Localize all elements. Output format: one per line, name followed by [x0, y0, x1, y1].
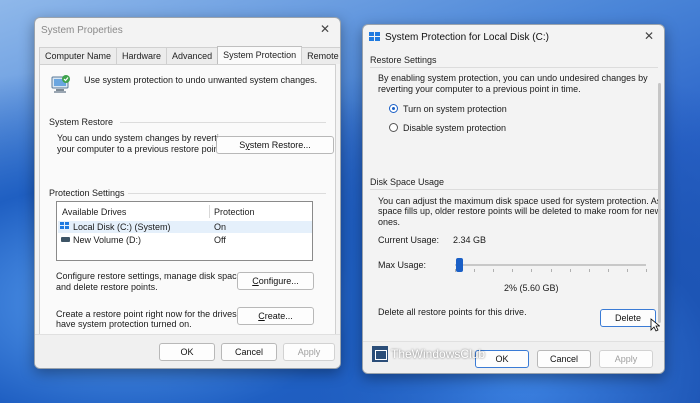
slider-tick — [493, 269, 495, 272]
create-desc-2: have system protection turned on. — [56, 319, 192, 329]
slider-tick — [531, 269, 533, 272]
delete-button[interactable]: Delete — [600, 309, 656, 327]
tab-remote[interactable]: Remote — [301, 47, 340, 64]
current-usage-value: 2.34 GB — [453, 235, 487, 245]
scrollbar[interactable] — [658, 83, 661, 323]
disable-protection-radio[interactable] — [389, 123, 398, 132]
restore-settings-desc-1: By enabling system protection, you can u… — [378, 73, 648, 83]
window-title: System Protection for Local Disk (C:) — [385, 32, 549, 43]
cancel-button[interactable]: Cancel — [537, 350, 591, 368]
system-properties-titlebar[interactable]: System Properties ✕ — [35, 18, 340, 44]
drive-protection: On — [214, 222, 227, 232]
drive-name: Local Disk (C:) (System) — [73, 222, 171, 232]
available-drives-list[interactable]: Available Drives Protection Local Disk (… — [56, 201, 313, 261]
protection-settings-heading: Protection Settings — [49, 188, 125, 198]
dialog-button-bar: OK Cancel Apply — [35, 334, 340, 368]
current-usage-label: Current Usage: — [378, 235, 440, 245]
window-title: System Properties — [41, 25, 123, 36]
configure-button-label-post: onfigure... — [258, 276, 299, 286]
intro-text: Use system protection to undo unwanted s… — [84, 75, 318, 85]
cancel-button[interactable]: Cancel — [221, 343, 277, 361]
delete-restore-points-text: Delete all restore points for this drive… — [378, 307, 527, 317]
slider-tick — [646, 269, 647, 272]
tab-advanced[interactable]: Advanced — [166, 47, 219, 64]
restore-settings-desc-2: reverting your computer to a previous po… — [378, 84, 581, 94]
system-properties-window: System Properties ✕ Computer Name Hardwa… — [34, 17, 341, 369]
window-app-icon — [369, 32, 380, 41]
configure-button[interactable]: Configure... — [237, 272, 314, 290]
disk-space-desc-2: space fills up, older restore points wil… — [378, 206, 662, 216]
slider-tick — [626, 269, 628, 272]
column-header-protection[interactable]: Protection — [214, 207, 255, 217]
system-restore-desc-2: your computer to a previous restore poin… — [57, 144, 224, 154]
watermark-text: TheWindowsClub — [391, 347, 486, 361]
slider-tick — [569, 269, 571, 272]
system-restore-heading: System Restore — [49, 117, 114, 127]
slider-tick — [512, 269, 514, 272]
restore-settings-heading: Restore Settings — [370, 55, 437, 65]
tab-strip: Computer Name Hardware Advanced System P… — [39, 46, 340, 65]
ok-button[interactable]: OK — [159, 343, 215, 361]
max-usage-value: 2% (5.60 GB) — [504, 283, 559, 293]
disk-space-heading: Disk Space Usage — [370, 177, 445, 187]
drive-name: New Volume (D:) — [73, 235, 142, 245]
create-button-label-post: reate... — [264, 311, 293, 321]
disk-space-desc-3: ones. — [378, 217, 401, 227]
tab-hardware[interactable]: Hardware — [116, 47, 168, 64]
turn-on-protection-radio[interactable] — [389, 104, 398, 113]
divider — [128, 193, 326, 194]
configure-desc-2: and delete restore points. — [56, 282, 158, 292]
divider — [370, 189, 658, 190]
max-usage-label: Max Usage: — [378, 260, 427, 270]
tab-system-protection[interactable]: System Protection — [217, 46, 303, 64]
turn-on-protection-label[interactable]: Turn on system protection — [403, 104, 507, 114]
max-usage-slider-thumb[interactable] — [455, 258, 463, 272]
system-restore-button[interactable]: System Restore... — [216, 136, 334, 154]
table-row[interactable]: Local Disk (C:) (System) On — [58, 221, 312, 233]
system-protection-window: System Protection for Local Disk (C:) ✕ … — [362, 24, 665, 374]
slider-tick — [474, 269, 476, 272]
disk-space-desc-1: You can adjust the maximum disk space us… — [378, 196, 662, 206]
watermark-logo-icon — [372, 346, 388, 362]
column-separator[interactable] — [209, 205, 210, 218]
slider-tick — [607, 269, 609, 272]
drive-icon — [61, 237, 70, 242]
system-restore-desc-1: You can undo system changes by reverting — [57, 133, 229, 143]
divider — [370, 67, 658, 68]
max-usage-slider-track[interactable] — [455, 264, 646, 266]
watermark: TheWindowsClub — [372, 346, 485, 362]
create-desc-1: Create a restore point right now for the… — [56, 309, 255, 319]
disable-protection-label[interactable]: Disable system protection — [403, 123, 506, 133]
windows-drive-icon — [60, 222, 70, 231]
column-header-drives[interactable]: Available Drives — [62, 207, 126, 217]
system-protection-icon — [51, 75, 70, 93]
drive-protection: Off — [214, 235, 226, 245]
tab-computer-name[interactable]: Computer Name — [39, 47, 118, 64]
slider-tick — [588, 269, 590, 272]
table-row[interactable]: New Volume (D:) Off — [58, 234, 312, 246]
close-icon[interactable]: ✕ — [318, 22, 332, 36]
create-button[interactable]: Create... — [237, 307, 314, 325]
mouse-cursor-icon — [650, 318, 660, 332]
system-restore-button-label-post: stem Restore... — [249, 140, 311, 150]
apply-button[interactable]: Apply — [283, 343, 335, 361]
configure-desc-1: Configure restore settings, manage disk … — [56, 271, 245, 281]
slider-tick — [550, 269, 552, 272]
apply-button[interactable]: Apply — [599, 350, 653, 368]
close-icon[interactable]: ✕ — [642, 29, 656, 43]
system-protection-titlebar[interactable]: System Protection for Local Disk (C:) ✕ — [363, 25, 664, 51]
divider — [120, 122, 326, 123]
slider-tick — [455, 269, 456, 272]
